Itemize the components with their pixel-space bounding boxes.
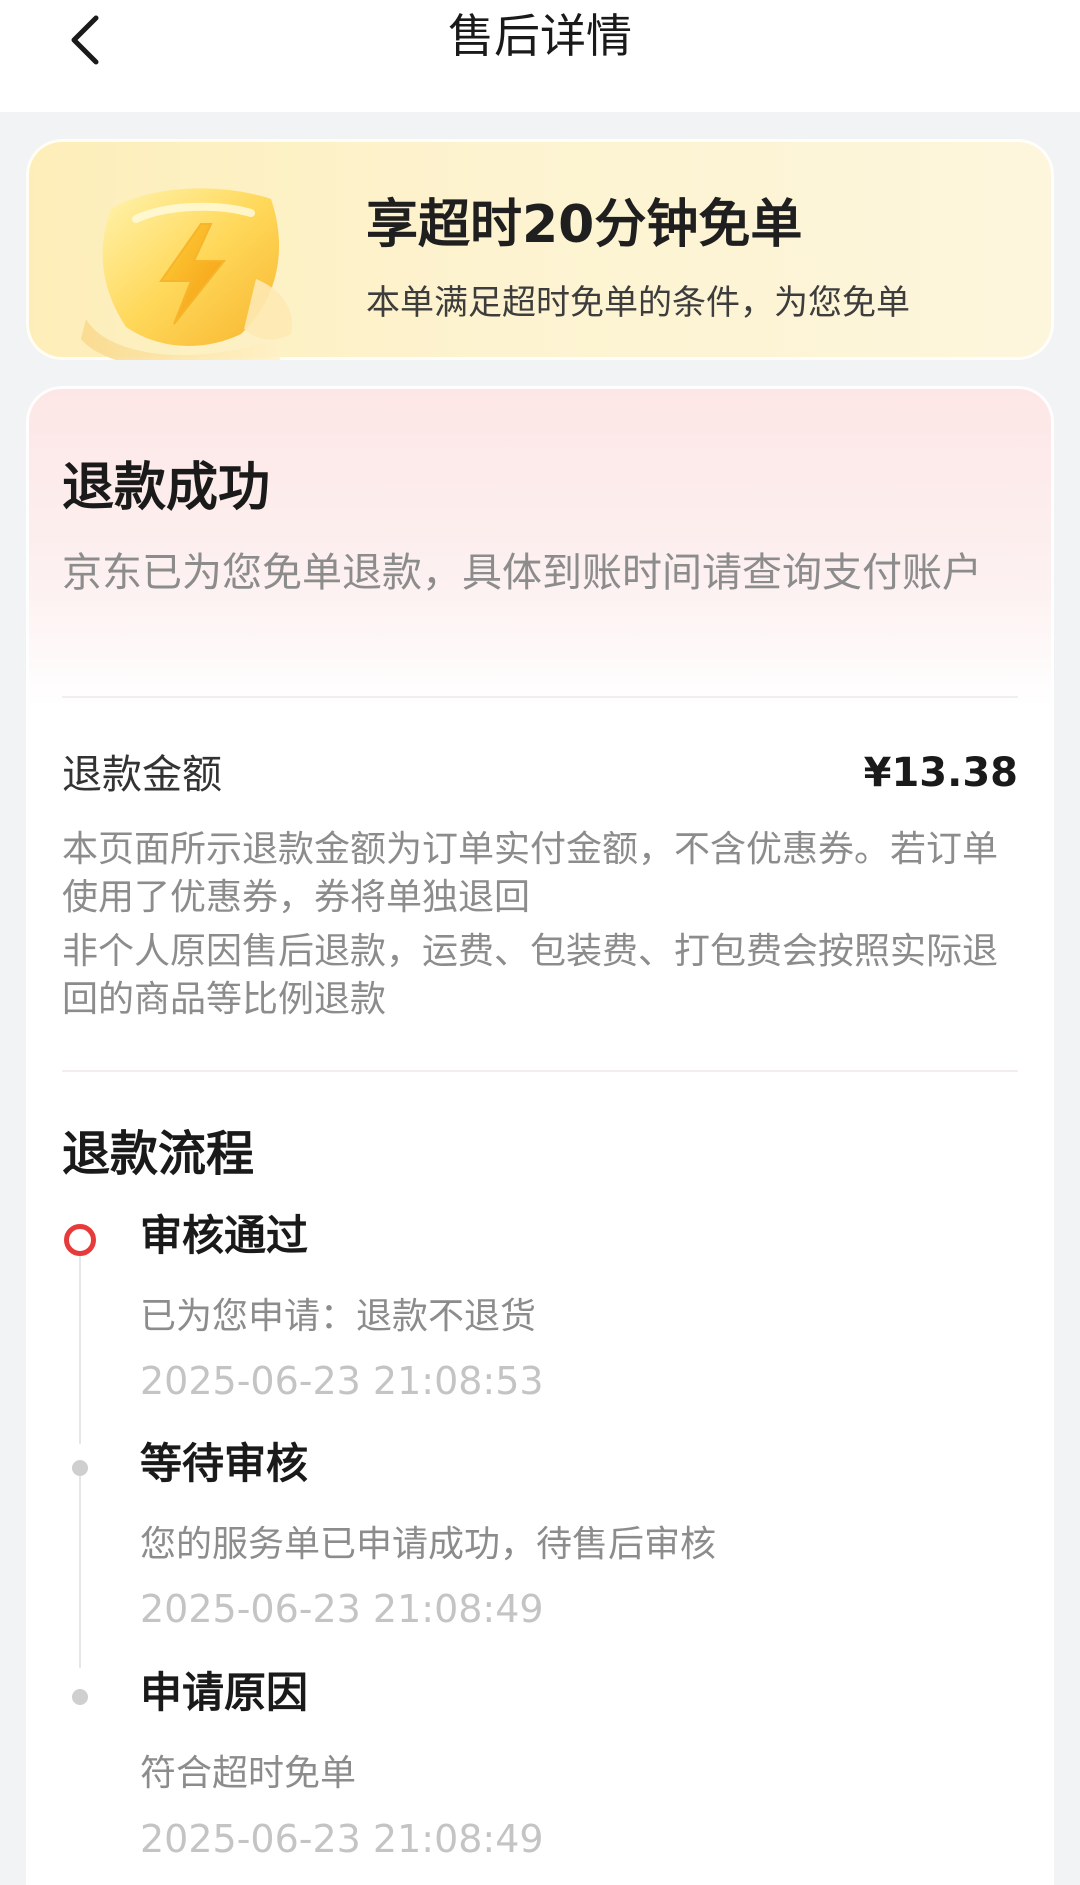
timeline-dot bbox=[72, 1460, 88, 1476]
timeline-step-desc: 您的服务单已申请成功，待售后审核 bbox=[140, 1524, 717, 1565]
refund-status-description: 京东已为您免单退款，具体到账时间请查询支付账户 bbox=[62, 550, 982, 596]
refund-amount-label: 退款金额 bbox=[62, 752, 222, 798]
timeline-step-title: 审核通过 bbox=[140, 1211, 309, 1260]
timeline-step-title: 等待审核 bbox=[140, 1439, 309, 1488]
refund-status-title: 退款成功 bbox=[62, 458, 271, 518]
refund-note: 非个人原因售后退款，运费、包装费、打包费会按照实际退回的商品等比例退款 bbox=[62, 931, 999, 1020]
refund-note: 本页面所示退款金额为订单实付金额，不含优惠券。若订单使用了优惠券，券将单独退回 bbox=[62, 829, 999, 918]
timeline-connector bbox=[79, 1468, 81, 1668]
timeline-step-desc: 已为您申请：退款不退货 bbox=[140, 1296, 537, 1337]
promo-subtitle: 本单满足超时免单的条件，为您免单 bbox=[366, 283, 910, 323]
timeline-dot-active bbox=[64, 1224, 96, 1256]
refund-status-card: 退款成功 京东已为您免单退款，具体到账时间请查询支付账户 退款金额 ¥13.38… bbox=[26, 386, 1054, 1885]
timeline-step-time: 2025-06-23 21:08:53 bbox=[140, 1359, 544, 1403]
timeline-step-time: 2025-06-23 21:08:49 bbox=[140, 1817, 544, 1861]
after-sales-detail-page: 售后详情 享超时20分钟免单 本单满足超时免单的条件，为您免单 退款成功 京东已… bbox=[0, 0, 1080, 1885]
divider bbox=[62, 1070, 1018, 1072]
promo-title: 享超时20分钟免单 bbox=[366, 195, 803, 255]
refund-amount-value: ¥13.38 bbox=[863, 750, 1018, 796]
timeline-step-title: 申请原因 bbox=[140, 1668, 309, 1717]
page-title: 售后详情 bbox=[448, 9, 632, 63]
divider bbox=[62, 696, 1018, 698]
timeline-connector bbox=[79, 1244, 81, 1444]
lightning-shield-icon bbox=[81, 188, 292, 360]
timeline-dot bbox=[72, 1689, 88, 1705]
timeout-free-order-banner: 享超时20分钟免单 本单满足超时免单的条件，为您免单 bbox=[26, 139, 1054, 360]
top-nav-bar: 售后详情 bbox=[0, 0, 1080, 112]
timeline-step-desc: 符合超时免单 bbox=[140, 1753, 357, 1794]
refund-process-title: 退款流程 bbox=[62, 1126, 255, 1182]
timeline-step-time: 2025-06-23 21:08:49 bbox=[140, 1587, 544, 1631]
